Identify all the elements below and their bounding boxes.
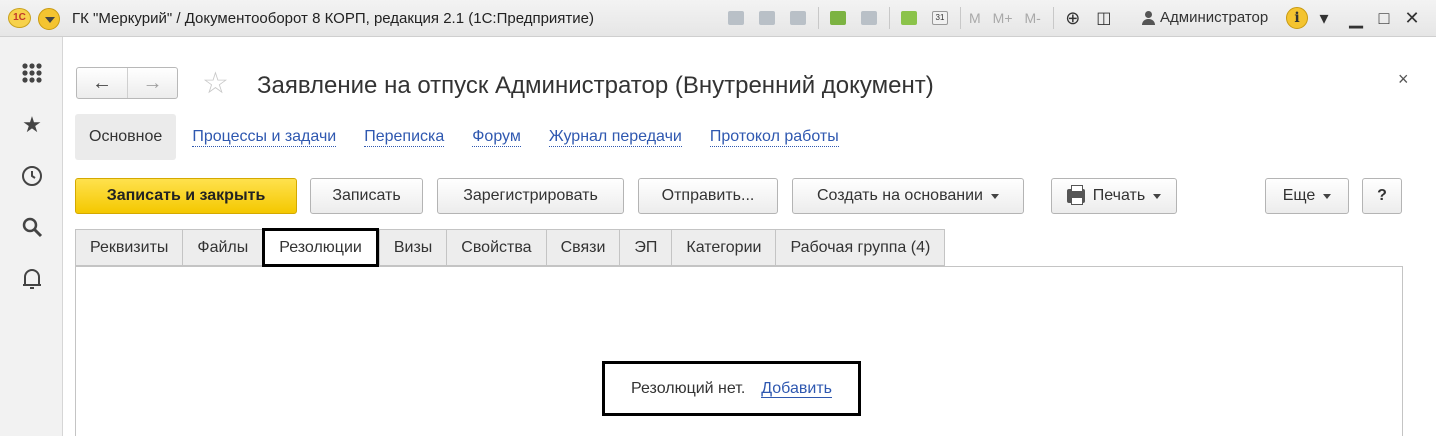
calendar-icon[interactable]: 31 (929, 7, 951, 29)
calculator-icon[interactable] (898, 7, 920, 29)
section-link-correspondence[interactable]: Переписка (364, 128, 445, 147)
history-icon[interactable] (18, 162, 46, 190)
download-icon[interactable] (827, 7, 849, 29)
print-label: Печать (1092, 187, 1146, 204)
main-menu-button[interactable] (38, 8, 60, 30)
save-button[interactable]: Записать (310, 178, 423, 214)
navigation-buttons: ← → (76, 67, 178, 99)
memory-minus-button[interactable]: M- (1025, 10, 1041, 26)
section-link-work-log[interactable]: Протокол работы (709, 128, 839, 147)
toolbar-separator (960, 7, 961, 29)
memory-m-button[interactable]: M (969, 10, 981, 26)
tab-requisites[interactable]: Реквизиты (75, 229, 183, 266)
tab-bar: Реквизиты Файлы Резолюции Визы Свойства … (75, 228, 946, 267)
tab-resolutions[interactable]: Резолюции (262, 228, 379, 267)
window-close-button[interactable]: ✕ (1400, 6, 1424, 30)
save-and-close-button[interactable]: Записать и закрыть (75, 178, 297, 214)
user-name: Администратор (1160, 9, 1269, 26)
apps-grid-icon[interactable] (18, 59, 46, 87)
chevron-down-icon (991, 193, 999, 199)
tab-work-group[interactable]: Рабочая группа (4) (775, 229, 946, 266)
favorites-star-icon[interactable]: ★ (18, 111, 46, 139)
help-button[interactable]: ? (1362, 178, 1402, 214)
form-sections: Основное Процессы и задачи Переписка Фор… (75, 114, 839, 160)
scanner-icon[interactable] (858, 7, 880, 29)
memory-plus-button[interactable]: M+ (993, 10, 1013, 26)
chevron-down-icon (1323, 193, 1332, 199)
empty-state-text: Резолюций нет. (631, 379, 746, 397)
toolbar-separator (818, 7, 819, 29)
favorite-star-icon[interactable]: ☆ (202, 69, 229, 99)
print-button[interactable]: Печать (1051, 178, 1177, 214)
document-form: ← → ☆ Заявление на отпуск Администратор … (63, 37, 1436, 436)
toolbar-separator (889, 7, 890, 29)
zoom-icon[interactable]: ⊕ (1062, 7, 1084, 29)
window-title: ГК "Меркурий" / Документооборот 8 КОРП, … (72, 10, 595, 27)
tab-properties[interactable]: Свойства (446, 229, 546, 266)
toolbar-separator (1052, 7, 1054, 29)
section-link-processes[interactable]: Процессы и задачи (192, 128, 337, 147)
left-panel: ★ (0, 37, 63, 436)
section-main[interactable]: Основное (75, 114, 177, 160)
create-based-on-label: Создать на основании (817, 187, 983, 204)
current-user[interactable]: Администратор (1142, 9, 1268, 26)
command-bar: Записать и закрыть Записать Зарегистриро… (75, 178, 1415, 214)
titlebar-toolbar: 31 M M+ M- ⊕ ◫ (725, 6, 1124, 30)
send-button[interactable]: Отправить... (638, 178, 778, 214)
tab-categories[interactable]: Категории (671, 229, 776, 266)
tab-signatures[interactable]: ЭП (619, 229, 672, 266)
section-link-transfer-log[interactable]: Журнал передачи (548, 128, 682, 147)
tab-links[interactable]: Связи (545, 229, 620, 266)
chevron-down-icon[interactable]: ▾ (1312, 6, 1336, 30)
more-button[interactable]: Еще (1265, 178, 1349, 214)
printer-icon (1066, 185, 1085, 205)
save-icon[interactable] (725, 7, 747, 29)
chevron-down-icon (1153, 193, 1162, 199)
add-resolution-link[interactable]: Добавить (761, 380, 832, 398)
search-icon[interactable] (18, 213, 46, 241)
tab-visas[interactable]: Визы (378, 229, 447, 266)
maximize-button[interactable]: □ (1372, 6, 1396, 30)
info-icon[interactable]: i (1286, 7, 1308, 29)
preview-icon[interactable] (787, 7, 809, 29)
register-button[interactable]: Зарегистрировать (437, 178, 624, 214)
window-titlebar: 1С ГК "Меркурий" / Документооборот 8 КОР… (0, 0, 1436, 37)
page-title: Заявление на отпуск Администратор (Внутр… (257, 72, 934, 99)
resolutions-empty-state: Резолюций нет. Добавить (602, 361, 861, 416)
more-label: Еще (1282, 187, 1316, 204)
forward-button[interactable]: → (127, 68, 177, 98)
form-close-button[interactable]: × (1398, 69, 1409, 90)
notifications-bell-icon[interactable] (18, 265, 46, 293)
back-button[interactable]: ← (77, 68, 127, 98)
minimize-button[interactable]: ▁ (1344, 6, 1368, 30)
print-icon[interactable] (756, 7, 778, 29)
create-based-on-button[interactable]: Создать на основании (792, 178, 1024, 214)
panels-icon[interactable]: ◫ (1093, 7, 1115, 29)
user-icon (1142, 10, 1155, 25)
tab-files[interactable]: Файлы (182, 229, 263, 266)
section-link-forum[interactable]: Форум (472, 128, 521, 147)
app-logo-icon: 1С (8, 8, 31, 28)
